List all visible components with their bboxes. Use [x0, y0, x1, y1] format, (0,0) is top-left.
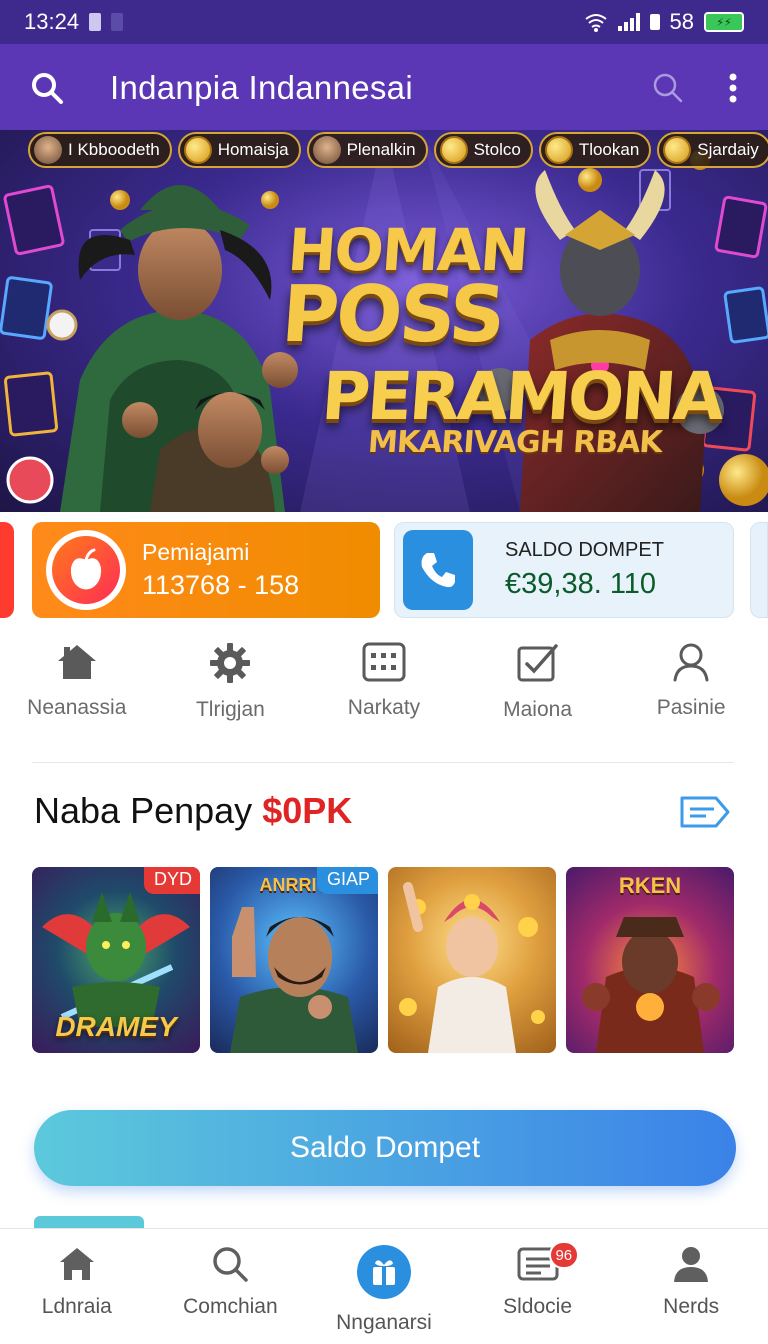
section-title: Naba Penpay $0PK	[34, 790, 353, 831]
notification-icon	[111, 13, 124, 31]
card-edge[interactable]	[0, 522, 14, 618]
wallet-card[interactable]: SALDO DOMPET €39,38. 110	[394, 522, 734, 618]
arrow-tag-icon	[680, 796, 730, 828]
search-icon	[213, 1247, 249, 1282]
balance-cards: Pemiajami 113768 - 158 SALDO DOMPET €39,…	[0, 518, 768, 622]
section-divider	[32, 762, 734, 763]
game-tile[interactable]	[388, 867, 556, 1053]
search-icon	[32, 73, 63, 104]
grid-icon	[362, 642, 406, 682]
avatar	[312, 136, 341, 164]
battery-small-icon	[649, 14, 660, 30]
wifi-icon	[584, 14, 607, 32]
quick-item-calendar[interactable]: Narkaty	[307, 640, 461, 750]
promo-card-title: Pemiajami	[142, 539, 250, 565]
notification-badge: 96	[548, 1241, 579, 1269]
nav-item-search[interactable]: Comchian	[154, 1229, 308, 1344]
battery-icon: ⚡⚡	[704, 12, 744, 32]
wallet-balance-button[interactable]: Saldo Dompet	[34, 1110, 736, 1186]
coin-icon	[544, 136, 573, 164]
game-tiles: DYD DRAMEY ANRRIV GIAP RKEN	[32, 867, 734, 1053]
search-button[interactable]	[30, 71, 64, 105]
quick-item-settings[interactable]: Tlrigjan	[154, 640, 308, 750]
banner-chip[interactable]: Sjardaiy	[657, 132, 768, 168]
banner-subheadline: MKARIVAGH RBAK	[366, 425, 663, 460]
more-vertical-icon	[729, 73, 737, 103]
status-time: 13:24	[24, 9, 80, 34]
phone-icon	[403, 530, 473, 610]
secondary-search-button[interactable]	[652, 72, 684, 104]
quick-item-home[interactable]: Neanassia	[0, 640, 154, 750]
banner-headline: POSS	[278, 270, 506, 360]
nav-item-center[interactable]: Nnganarsi	[307, 1229, 461, 1344]
game-tile[interactable]: ANRRIV GIAP	[210, 867, 378, 1053]
see-all-button[interactable]	[678, 792, 732, 837]
nav-item-home[interactable]: Ldnraia	[0, 1229, 154, 1344]
signal-icon	[617, 13, 640, 31]
banner-chip[interactable]: I Kbboodeth	[28, 132, 172, 168]
more-menu-button[interactable]	[728, 72, 738, 104]
gear-icon	[210, 643, 251, 683]
coin-icon	[439, 136, 468, 164]
checklist-icon	[517, 644, 558, 682]
game-badge: GIAP	[316, 867, 378, 894]
quick-menu: Neanassia Tlrigjan Narkaty Maiona Pasini…	[0, 640, 768, 750]
home-icon	[59, 1248, 94, 1280]
bottom-nav: Ldnraia Comchian Nnganarsi 96 Sldocie Ne…	[0, 1228, 768, 1344]
user-icon	[673, 643, 709, 682]
banner-chip-row: I Kbboodeth Homaisja Plenalkin Stolco Tl…	[28, 132, 768, 168]
app-bar: Indanpia Indannesai	[0, 44, 768, 132]
wallet-card-title: SALDO DOMPET	[505, 539, 664, 561]
game-art	[399, 882, 545, 1053]
promo-card[interactable]: Pemiajami 113768 - 158	[32, 522, 380, 618]
game-badge: DYD	[143, 867, 200, 894]
nav-item-profile[interactable]: Nerds	[614, 1229, 768, 1344]
game-tile[interactable]: RKEN	[566, 867, 734, 1053]
user-icon	[674, 1247, 709, 1282]
search-icon	[653, 73, 683, 103]
banner-chip[interactable]: Tlookan	[538, 132, 652, 168]
banner-chip[interactable]: Stolco	[433, 132, 533, 168]
wallet-card-balance: €39,38. 110	[505, 568, 657, 600]
promo-card-value: 113768 - 158	[142, 570, 300, 600]
section-title-accent: $0PK	[262, 790, 353, 831]
game-title: DRAMEY	[55, 1011, 177, 1042]
card-edge[interactable]	[750, 522, 768, 618]
banner-chip[interactable]: Plenalkin	[306, 132, 428, 168]
battery-percent: 58	[669, 9, 694, 34]
gift-icon	[356, 1245, 411, 1299]
quick-item-profile[interactable]: Pasinie	[614, 640, 768, 750]
coin-icon	[663, 136, 692, 164]
sim-icon	[89, 13, 102, 31]
status-bar: 13:24 58 ⚡⚡	[0, 0, 768, 44]
quick-item-tasks[interactable]: Maiona	[461, 640, 615, 750]
apple-icon	[46, 530, 126, 610]
coin-icon	[183, 136, 212, 164]
avatar	[34, 136, 62, 164]
banner-headline: PERAMONA	[319, 358, 725, 435]
promo-banner[interactable]: I Kbboodeth Homaisja Plenalkin Stolco Tl…	[0, 130, 768, 512]
app-title: Indanpia Indannesai	[110, 69, 413, 106]
home-icon	[57, 645, 96, 679]
nav-item-inbox[interactable]: 96 Sldocie	[461, 1229, 615, 1344]
banner-chip[interactable]: Homaisja	[177, 132, 301, 168]
game-tile[interactable]: DYD DRAMEY	[32, 867, 200, 1053]
game-title: RKEN	[618, 873, 682, 898]
